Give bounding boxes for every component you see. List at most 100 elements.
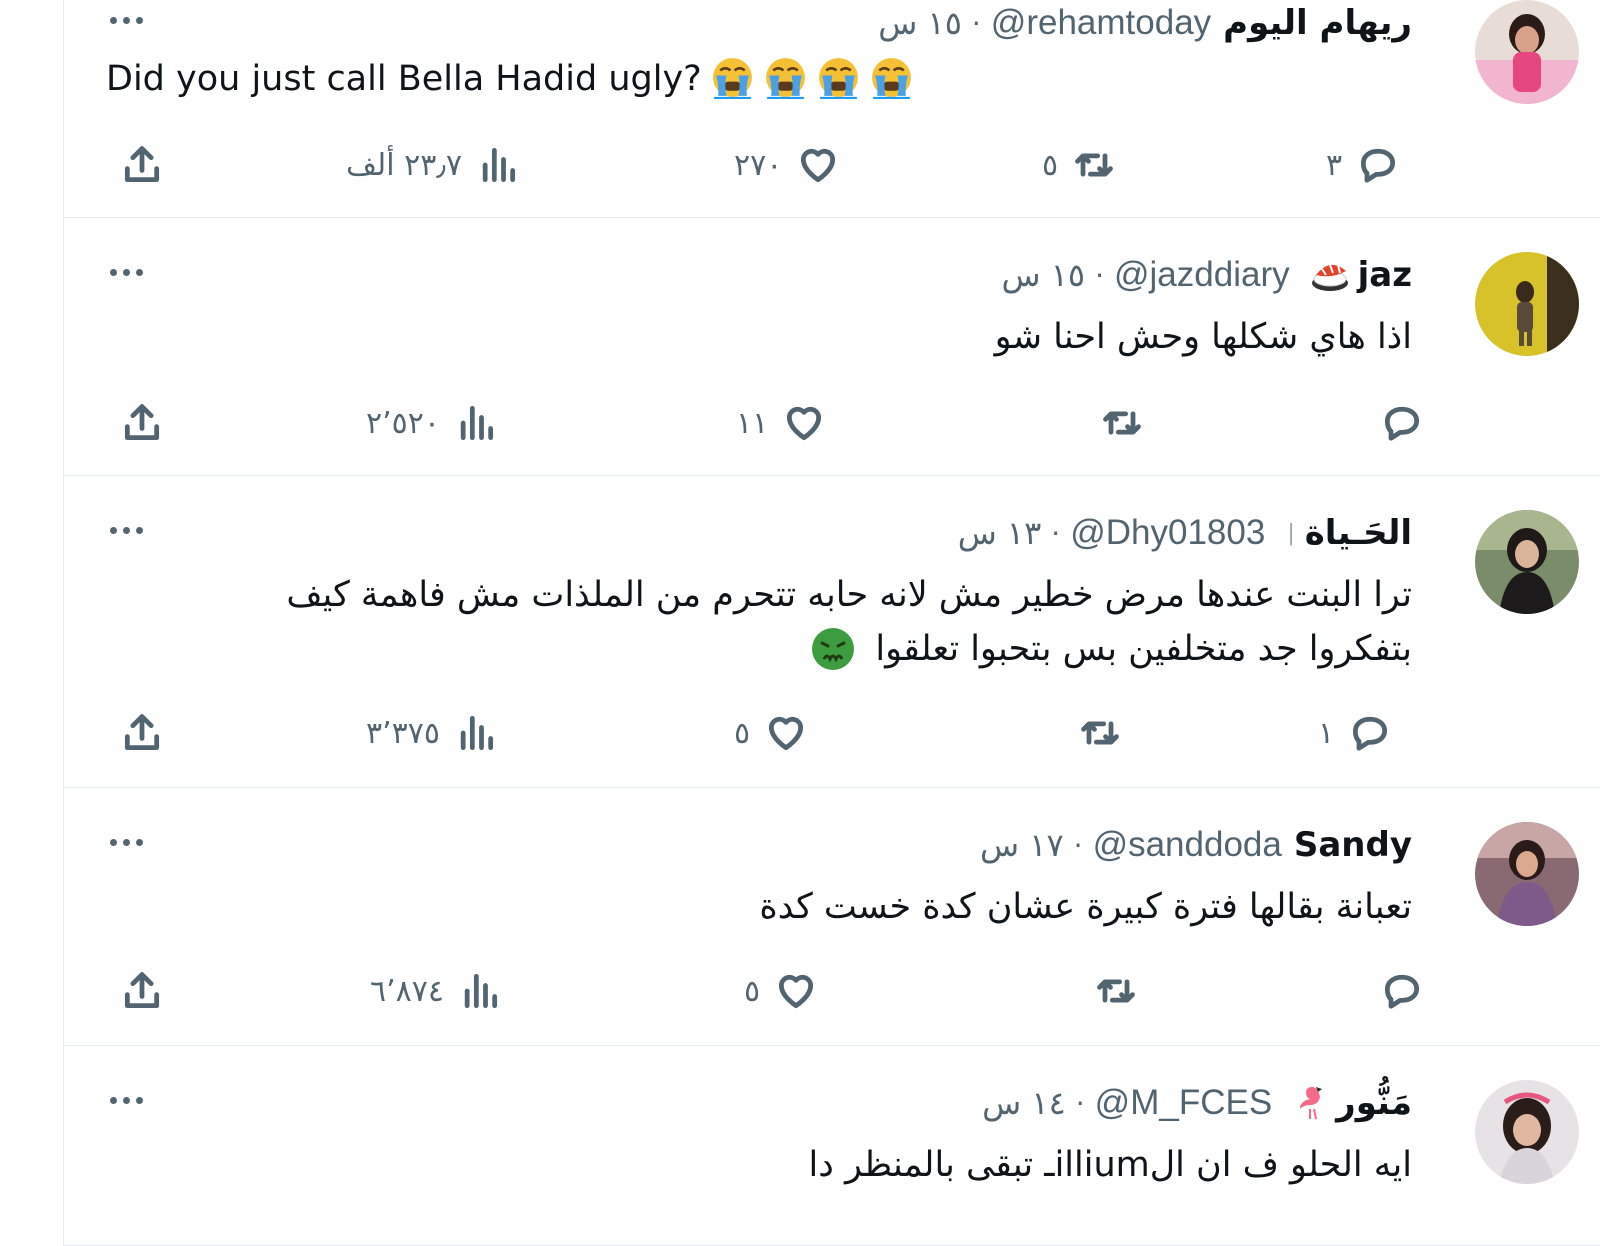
tweet-actions: ٢٣٫٧ ألف ٢٧٠ ٥ ٣: [64, 140, 1600, 190]
share-icon: [124, 146, 160, 183]
like-button[interactable]: ٥: [734, 708, 808, 758]
views-count: ٢٣٫٧ ألف: [346, 147, 463, 183]
more-icon[interactable]: [110, 520, 150, 540]
retweet-button[interactable]: ٥: [1042, 140, 1116, 190]
tweet-text-line: بتفكروا جد متخلفين بس بتحبوا تعلقوا: [286, 622, 1412, 676]
user-handle[interactable]: @Dhy01803: [1070, 513, 1265, 553]
tweet-actions: ٦٬٨٧٤ ٥: [64, 966, 1600, 1016]
like-count: ١١: [736, 405, 769, 441]
like-button[interactable]: ٢٧٠: [734, 140, 840, 190]
tweet[interactable]: jaz @jazddiary · ١٥ س اذا هاي شكلها وحش …: [64, 218, 1600, 476]
timeline: ريهام اليوم @rehamtoday · ١٥ س Did you j…: [63, 0, 1600, 1246]
more-icon[interactable]: [110, 10, 150, 30]
share-icon: [124, 972, 160, 1009]
tweet-text: اذا هاي شكلها وحش احنا شو: [994, 317, 1412, 357]
reply-button[interactable]: ١: [1318, 708, 1392, 758]
retweet-icon: [1081, 721, 1119, 745]
share-button[interactable]: [120, 966, 164, 1016]
views-count: ٣٬٣٧٥: [366, 715, 440, 751]
nauseated-emoji: [810, 628, 864, 670]
separator: ·: [1051, 516, 1061, 550]
display-name[interactable]: الحَـياة: [1305, 513, 1412, 553]
avatar[interactable]: [1475, 252, 1579, 356]
user-handle[interactable]: @rehamtoday: [991, 3, 1211, 43]
tweet[interactable]: الحَـياة | @Dhy01803 · ١٣ س ترا البنت عن…: [64, 476, 1600, 788]
timestamp[interactable]: ١٥ س: [1001, 256, 1085, 294]
tweet-header: jaz @jazddiary · ١٥ س: [1001, 252, 1412, 298]
like-icon: [801, 148, 836, 183]
retweet-icon: [1097, 979, 1135, 1003]
crying-emoji: [702, 58, 914, 99]
tweet-text: تعبانة بقالها فترة كبيرة عشان كدة خست كد…: [759, 887, 1412, 927]
tweet[interactable]: Sandy @sanddoda · ١٧ س تعبانة بقالها فتر…: [64, 788, 1600, 1046]
tweet-text-line: ترا البنت عندها مرض خطير مش لانه حابه تت…: [286, 575, 1412, 615]
avatar[interactable]: [1475, 0, 1579, 104]
reply-icon: [1384, 406, 1420, 441]
more-icon[interactable]: [110, 262, 150, 282]
separator: ·: [1075, 1086, 1085, 1120]
name-decoration: |: [1287, 520, 1295, 546]
like-icon: [787, 406, 822, 441]
tweet-header: مَنُّور @M_FCES · ١٤ س: [982, 1080, 1412, 1126]
views-button[interactable]: ٦٬٨٧٤: [370, 966, 502, 1016]
flamingo-emoji: [1290, 1081, 1330, 1125]
avatar[interactable]: [1475, 1080, 1579, 1184]
views-count: ٢٬٥٢٠: [366, 405, 440, 441]
views-count: ٦٬٨٧٤: [370, 973, 444, 1009]
tweet-header: ريهام اليوم @rehamtoday · ١٥ س: [878, 0, 1412, 46]
user-handle[interactable]: @M_FCES: [1095, 1083, 1273, 1123]
retweet-button[interactable]: [1064, 708, 1122, 758]
display-name[interactable]: ريهام اليوم: [1223, 3, 1412, 43]
timestamp[interactable]: ١٣ س: [958, 514, 1042, 552]
views-button[interactable]: ٣٬٣٧٥: [366, 708, 498, 758]
share-icon: [124, 714, 160, 751]
display-name[interactable]: مَنُّور: [1336, 1083, 1412, 1123]
tweet[interactable]: ريهام اليوم @rehamtoday · ١٥ س Did you j…: [64, 0, 1600, 218]
retweet-button[interactable]: [1086, 398, 1144, 448]
views-icon: [482, 147, 516, 183]
separator: ·: [971, 6, 981, 40]
tweet-text-line-content: بتفكروا جد متخلفين بس بتحبوا تعلقوا: [875, 629, 1412, 669]
views-button[interactable]: ٢٣٫٧ ألف: [346, 140, 520, 190]
reply-icon: [1353, 716, 1388, 751]
more-icon[interactable]: [110, 832, 150, 852]
avatar[interactable]: [1475, 822, 1579, 926]
share-icon: [124, 404, 160, 441]
like-button[interactable]: ١١: [736, 398, 826, 448]
timestamp[interactable]: ١٧ س: [980, 826, 1064, 864]
views-icon: [460, 715, 494, 751]
timestamp[interactable]: ١٤ س: [982, 1084, 1066, 1122]
share-button[interactable]: [120, 398, 164, 448]
separator: ·: [1095, 258, 1104, 292]
reply-button[interactable]: [1366, 966, 1424, 1016]
display-name[interactable]: Sandy: [1294, 825, 1412, 865]
retweet-button[interactable]: [1080, 966, 1138, 1016]
avatar[interactable]: [1475, 510, 1579, 614]
more-icon[interactable]: [110, 1090, 150, 1110]
reply-count: ١: [1318, 715, 1335, 751]
tweet-actions: ٢٬٥٢٠ ١١: [64, 398, 1600, 448]
reply-icon: [1384, 974, 1420, 1009]
tweet-actions: ٣٬٣٧٥ ٥ ١: [64, 708, 1600, 758]
tweet-text: ترا البنت عندها مرض خطير مش لانه حابه تت…: [286, 568, 1412, 676]
user-handle[interactable]: @jazddiary: [1114, 255, 1290, 295]
tweet[interactable]: مَنُّور @M_FCES · ١٤ س ايه الحلو ف ان ال…: [64, 1046, 1600, 1246]
share-button[interactable]: [120, 140, 164, 190]
display-name[interactable]: jaz: [1358, 255, 1412, 295]
tweet-text-content: Did you just call Bella Hadid ugly?: [106, 59, 702, 99]
retweet-count: ٥: [1042, 147, 1059, 183]
like-count: ٢٧٠: [734, 147, 783, 183]
like-icon: [779, 974, 814, 1009]
user-handle[interactable]: @sanddoda: [1093, 825, 1282, 865]
reply-icon: [1361, 148, 1396, 183]
views-icon: [464, 973, 498, 1009]
like-icon: [769, 716, 804, 751]
reply-button[interactable]: ٣: [1326, 140, 1400, 190]
timestamp[interactable]: ١٥ س: [878, 4, 962, 42]
views-button[interactable]: ٢٬٥٢٠: [366, 398, 498, 448]
share-button[interactable]: [120, 708, 164, 758]
retweet-icon: [1103, 411, 1141, 435]
like-button[interactable]: ٥: [744, 966, 818, 1016]
reply-button[interactable]: [1366, 398, 1424, 448]
tweet-text: Did you just call Bella Hadid ugly?: [106, 52, 1412, 106]
